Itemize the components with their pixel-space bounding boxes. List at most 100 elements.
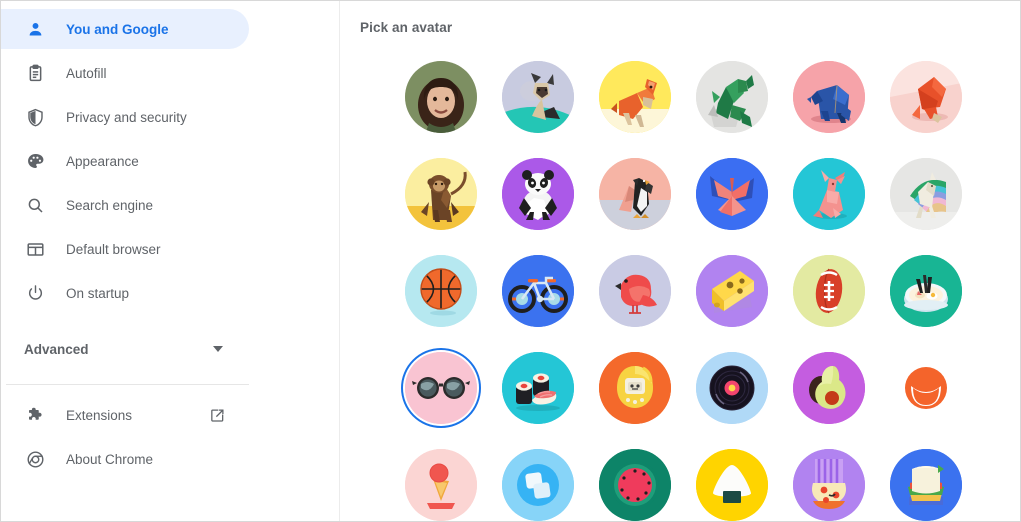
origami-cat-avatar[interactable] (489, 48, 586, 145)
football-avatar[interactable] (780, 242, 877, 339)
sidebar-item-on-startup[interactable]: On startup (1, 273, 249, 313)
origami-fox-avatar[interactable] (877, 48, 974, 145)
smiley-face-avatar[interactable] (877, 339, 974, 436)
clipboard-icon (23, 61, 47, 85)
puzzle-icon (23, 403, 47, 427)
origami-panda-avatar[interactable] (489, 145, 586, 242)
sidebar-item-appearance[interactable]: Appearance (1, 141, 249, 181)
avatar-grid (340, 48, 1020, 521)
sidebar-item-default-browser[interactable]: Default browser (1, 229, 249, 269)
watermelon-avatar-image (598, 448, 671, 521)
sidebar-item-label: Default browser (66, 241, 161, 257)
origami-penguin-avatar-image (598, 157, 671, 230)
origami-monkey-avatar[interactable] (392, 145, 489, 242)
sidebar-item-advanced[interactable]: Advanced (1, 329, 249, 369)
avatar-picker-panel: Pick an avatar (340, 1, 1020, 521)
sidebar-item-autofill[interactable]: Autofill (1, 53, 249, 93)
search-icon (23, 193, 47, 217)
origami-dog-avatar-image (598, 60, 671, 133)
cheese-avatar[interactable] (683, 242, 780, 339)
origami-panda-avatar-image (501, 157, 574, 230)
sushi-avatar-image (501, 351, 574, 424)
watermelon-avatar[interactable] (586, 436, 683, 521)
electronic-toy-avatar-image (598, 351, 671, 424)
avocado-avatar-image (792, 351, 865, 424)
sidebar-divider (6, 384, 249, 385)
origami-dragon-avatar[interactable] (683, 48, 780, 145)
sidebar-nav-list: You and Google Autofill Privacy and securi… (1, 9, 339, 313)
cheese-avatar-image (695, 254, 768, 327)
avatar-grid-row (340, 242, 1020, 339)
origami-cat-avatar-image (501, 60, 574, 133)
avatar-grid-row (340, 48, 1020, 145)
user-photo-avatar-image (404, 60, 477, 133)
power-icon (23, 281, 47, 305)
basketball-avatar-image (404, 254, 477, 327)
sidebar-item-label: You and Google (66, 21, 169, 37)
user-photo-avatar[interactable] (392, 48, 489, 145)
page-title: Pick an avatar (360, 20, 453, 35)
sidebar-item-extensions[interactable]: Extensions (1, 395, 249, 435)
origami-monkey-avatar-image (404, 157, 477, 230)
browser-window-icon (23, 237, 47, 261)
sidebar-item-label: Autofill (66, 65, 107, 81)
bicycle-avatar-image (501, 254, 574, 327)
origami-elephant-avatar[interactable] (780, 48, 877, 145)
ramen-bowl-avatar-image (889, 254, 962, 327)
origami-butterfly-avatar[interactable] (683, 145, 780, 242)
jelly-candy-avatar-image (501, 448, 574, 521)
smiley-face-avatar-image (889, 351, 962, 424)
avocado-avatar[interactable] (780, 339, 877, 436)
chevron-down-icon (213, 346, 223, 352)
sushi-avatar[interactable] (489, 339, 586, 436)
origami-unicorn-avatar[interactable] (877, 145, 974, 242)
avatar-grid-row (340, 339, 1020, 436)
sunglasses-avatar-image (404, 351, 477, 424)
football-avatar-image (792, 254, 865, 327)
sidebar-item-label: About Chrome (66, 451, 154, 467)
ice-cream-avatar[interactable] (392, 436, 489, 521)
bicycle-avatar[interactable] (489, 242, 586, 339)
person-icon (23, 17, 47, 41)
settings-sidebar: You and Google Autofill Privacy and securi… (1, 1, 340, 521)
jelly-candy-avatar[interactable] (489, 436, 586, 521)
origami-butterfly-avatar-image (695, 157, 768, 230)
sidebar-item-you-and-google[interactable]: You and Google (1, 9, 249, 49)
vinyl-record-avatar[interactable] (683, 339, 780, 436)
origami-unicorn-avatar-image (889, 157, 962, 230)
basketball-avatar[interactable] (392, 242, 489, 339)
sidebar-item-label: On startup (66, 285, 130, 301)
chrome-icon (23, 447, 47, 471)
onigiri-avatar-image (695, 448, 768, 521)
sidebar-item-privacy-and-security[interactable]: Privacy and security (1, 97, 249, 137)
sandwich-avatar[interactable] (877, 436, 974, 521)
origami-rabbit-avatar[interactable] (780, 145, 877, 242)
sidebar-item-search-engine[interactable]: Search engine (1, 185, 249, 225)
origami-rabbit-avatar-image (792, 157, 865, 230)
origami-penguin-avatar[interactable] (586, 145, 683, 242)
avatar-grid-row (340, 436, 1020, 521)
open-in-new-icon[interactable] (205, 403, 229, 427)
vinyl-record-avatar-image (695, 351, 768, 424)
sidebar-item-label: Advanced (24, 341, 89, 357)
palette-icon (23, 149, 47, 173)
onigiri-avatar[interactable] (683, 436, 780, 521)
sandwich-avatar-image (889, 448, 962, 521)
origami-elephant-avatar-image (792, 60, 865, 133)
red-bird-avatar-image (598, 254, 671, 327)
sidebar-item-label: Extensions (66, 407, 133, 423)
shield-icon (23, 105, 47, 129)
sidebar-item-label: Appearance (66, 153, 139, 169)
electronic-toy-avatar[interactable] (586, 339, 683, 436)
pizza-avatar[interactable] (780, 436, 877, 521)
red-bird-avatar[interactable] (586, 242, 683, 339)
sunglasses-avatar[interactable] (392, 339, 489, 436)
ice-cream-avatar-image (404, 448, 477, 521)
sidebar-item-about-chrome[interactable]: About Chrome (1, 439, 249, 479)
sidebar-item-label: Privacy and security (66, 109, 187, 125)
pizza-avatar-image (792, 448, 865, 521)
avatar-grid-row (340, 145, 1020, 242)
origami-dog-avatar[interactable] (586, 48, 683, 145)
origami-fox-avatar-image (889, 60, 962, 133)
ramen-bowl-avatar[interactable] (877, 242, 974, 339)
